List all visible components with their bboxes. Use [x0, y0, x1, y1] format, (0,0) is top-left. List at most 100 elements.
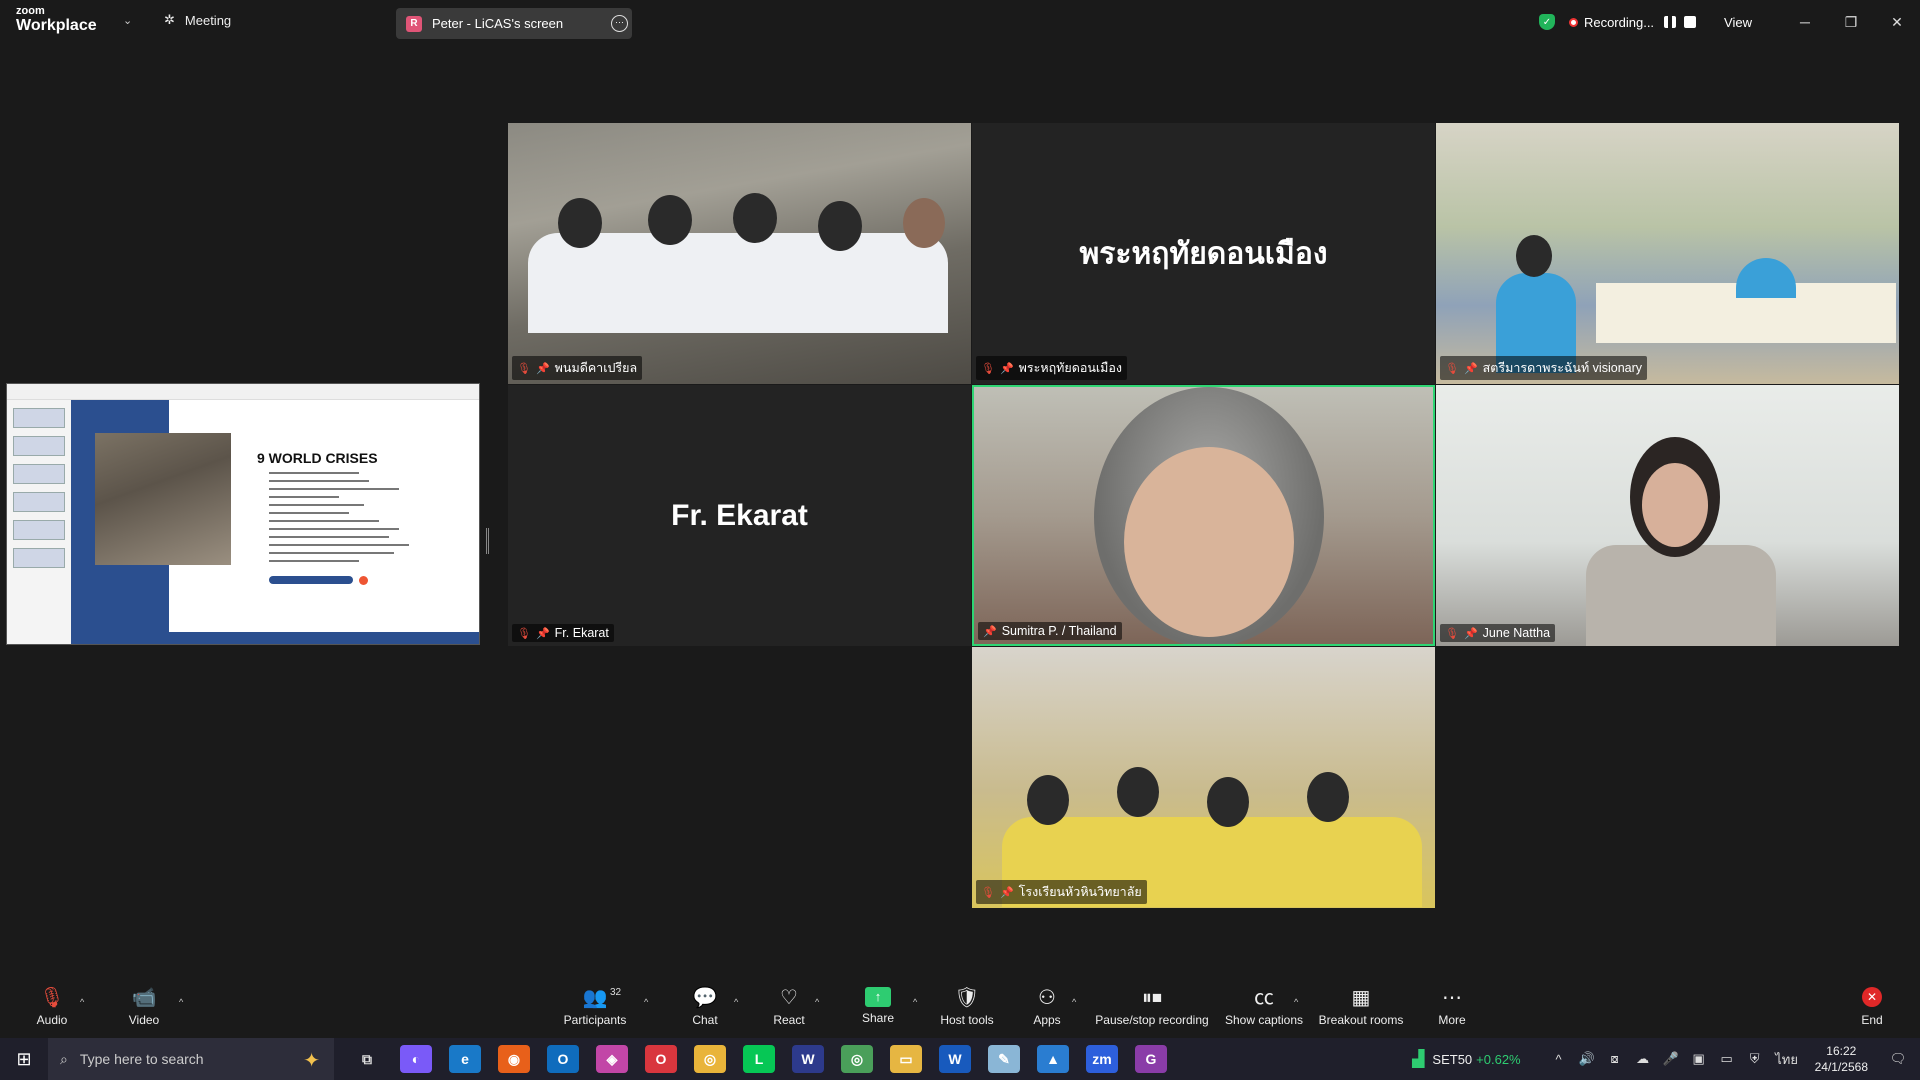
active-speaker-tile[interactable]: 📌 Sumitra P. / Thailand — [972, 385, 1435, 646]
m365-app-icon[interactable]: ◈ — [596, 1045, 628, 1073]
microphone-icon[interactable]: 🎤 — [1657, 1051, 1685, 1067]
webex-app-icon[interactable]: W — [792, 1045, 824, 1073]
chevron-down-icon[interactable]: ⌄ — [123, 14, 132, 27]
windows-taskbar: ⊞ ⌕ Type here to search ✦ ⧉ ◐ e ◉ O ◈ O … — [0, 1038, 1920, 1080]
participant-silhouette — [1642, 463, 1708, 547]
volume-icon[interactable]: 🔊 — [1573, 1051, 1601, 1067]
host-tools-button[interactable]: 🛡 Host tools — [936, 987, 998, 1027]
view-button[interactable]: View — [1724, 15, 1752, 30]
share-button[interactable]: ↑ Share — [858, 987, 898, 1025]
pin-icon: 📌 — [1463, 362, 1478, 375]
notepad-app-icon[interactable]: ✎ — [988, 1045, 1020, 1073]
input-language[interactable]: ไทย — [1769, 1049, 1805, 1070]
slide-text-line — [269, 504, 364, 506]
chat-button[interactable]: 💬 Chat — [685, 987, 725, 1027]
apps-button[interactable]: ⚇ Apps — [1027, 987, 1067, 1027]
meet-now-icon[interactable]: ⧇ — [1601, 1051, 1629, 1067]
video-tile[interactable]: 🎙 📌 โรงเรียนหัวหินวิทยาลัย — [972, 647, 1435, 908]
video-button[interactable]: 📹 Video — [124, 987, 164, 1027]
participants-button[interactable]: 👥 32 Participants — [560, 987, 630, 1027]
video-label: Video — [128, 1013, 160, 1027]
notification-icon[interactable]: 🗨 — [1884, 1051, 1912, 1067]
edge-app-icon[interactable]: e — [449, 1045, 481, 1073]
share-options-caret[interactable]: ^ — [913, 997, 917, 1007]
copilot-app-icon[interactable]: ◐ — [400, 1045, 432, 1073]
display-icon[interactable]: ▣ — [1685, 1051, 1713, 1067]
participant-silhouette — [1124, 447, 1294, 637]
video-tile[interactable]: 🎙 📌 June Nattha — [1436, 385, 1899, 646]
pdf-app-icon[interactable]: G — [1135, 1045, 1167, 1073]
slide-dot — [359, 576, 368, 585]
task-view-icon[interactable]: ⧉ — [351, 1045, 383, 1073]
office-app-icon[interactable]: O — [645, 1045, 677, 1073]
word-app-icon[interactable]: W — [939, 1045, 971, 1073]
apps-options-caret[interactable]: ^ — [1072, 997, 1076, 1007]
audio-button[interactable]: 🎙 Audio — [32, 987, 72, 1027]
pause-recording-icon[interactable] — [1664, 16, 1677, 28]
host-tools-label: Host tools — [940, 1013, 994, 1027]
taskbar-search[interactable]: ⌕ Type here to search ✦ — [48, 1038, 334, 1080]
zoom-app-icon[interactable]: zm — [1086, 1045, 1118, 1073]
heart-icon: ♡ — [780, 987, 798, 1009]
screen-share-indicator[interactable]: R Peter - LiCAS's screen ··· — [396, 8, 632, 39]
meeting-button[interactable]: ✲ Meeting — [164, 12, 231, 28]
top-bar: zoom Workplace ⌄ ✲ Meeting R Peter - LiC… — [0, 0, 1920, 44]
minimize-icon[interactable]: ─ — [1782, 14, 1828, 30]
breakout-rooms-label: Breakout rooms — [1318, 1013, 1404, 1027]
clock-date: 24/1/2568 — [1814, 1060, 1868, 1074]
file-explorer-app-icon[interactable]: ▭ — [890, 1045, 922, 1073]
outlook-app-icon[interactable]: O — [547, 1045, 579, 1073]
end-x-icon: ✕ — [1862, 987, 1882, 1007]
pause-stop-recording-button[interactable]: ⏸⏹ Pause/stop recording — [1093, 987, 1211, 1027]
ticker-name[interactable]: SET50 — [1432, 1052, 1472, 1067]
slide-thumbnail — [13, 464, 65, 484]
more-button[interactable]: ⋯ More — [1432, 987, 1472, 1027]
video-options-caret[interactable]: ^ — [179, 997, 183, 1007]
network-icon[interactable]: ▭ — [1713, 1051, 1741, 1067]
chrome-app-icon[interactable]: ◎ — [694, 1045, 726, 1073]
show-hidden-icons-icon[interactable]: ^ — [1545, 1052, 1573, 1067]
end-button[interactable]: ✕ End — [1852, 987, 1892, 1027]
react-button[interactable]: ♡ React — [769, 987, 809, 1027]
video-tile[interactable]: 🎙 📌 พนมดีคาเปรียล — [508, 123, 971, 384]
more-dots-icon: ⋯ — [1442, 987, 1462, 1009]
participant-silhouette — [1586, 545, 1776, 646]
security-icon[interactable]: ⛨ — [1741, 1051, 1769, 1067]
more-options-icon[interactable]: ··· — [611, 15, 628, 32]
audio-options-caret[interactable]: ^ — [80, 997, 84, 1007]
security-shield-icon[interactable]: ✓ — [1538, 14, 1555, 30]
pause-stop-recording-label: Pause/stop recording — [1095, 1013, 1209, 1027]
captions-options-caret[interactable]: ^ — [1294, 997, 1298, 1007]
onedrive-icon[interactable]: ☁ — [1629, 1051, 1657, 1067]
react-label: React — [773, 1013, 805, 1027]
shared-screen-window[interactable]: 9 WORLD CRISES — [6, 383, 480, 645]
top-right-controls: ✓ Recording... View ─ ❐ ✕ — [1538, 0, 1920, 44]
resize-handle[interactable] — [486, 528, 489, 554]
slide-text-line — [269, 480, 369, 482]
breakout-rooms-button[interactable]: ▦ Breakout rooms — [1318, 987, 1404, 1027]
line-app-icon[interactable]: L — [743, 1045, 775, 1073]
video-tile[interactable]: พระหฤทัยดอนเมือง 🎙 📌 พระหฤทัยดอนเมือง — [972, 123, 1435, 384]
apps-icon: ⚇ — [1038, 987, 1056, 1009]
video-tile[interactable]: Fr. Ekarat 🎙 📌 Fr. Ekarat — [508, 385, 971, 646]
react-options-caret[interactable]: ^ — [815, 997, 819, 1007]
participants-label: Participants — [563, 1013, 627, 1027]
show-captions-button[interactable]: ㏄ Show captions — [1222, 987, 1306, 1027]
mic-muted-icon: 🎙 — [981, 886, 995, 899]
participants-options-caret[interactable]: ^ — [644, 997, 648, 1007]
chat-options-caret[interactable]: ^ — [734, 997, 738, 1007]
taskbar-clock[interactable]: 16:22 24/1/2568 — [1815, 1043, 1868, 1075]
slide-button — [269, 576, 353, 584]
windows-start-icon[interactable]: ⊞ — [0, 1049, 48, 1070]
stock-chart-icon: ▟ — [1412, 1051, 1425, 1068]
participant-name: พนมดีคาเปรียล — [554, 361, 638, 375]
stop-recording-icon[interactable] — [1684, 16, 1697, 28]
recording-status[interactable]: Recording... — [1584, 15, 1654, 30]
firefox-app-icon[interactable]: ◉ — [498, 1045, 530, 1073]
photos-app-icon[interactable]: ▲ — [1037, 1045, 1069, 1073]
close-icon[interactable]: ✕ — [1874, 14, 1920, 31]
chrome-profile-app-icon[interactable]: ◎ — [841, 1045, 873, 1073]
restore-icon[interactable]: ❐ — [1828, 14, 1874, 31]
participant-display-name: พระหฤทัยดอนเมือง — [1079, 237, 1328, 270]
video-tile[interactable]: 🎙 📌 สตรีมารดาพระฉันท์ visionary — [1436, 123, 1899, 384]
